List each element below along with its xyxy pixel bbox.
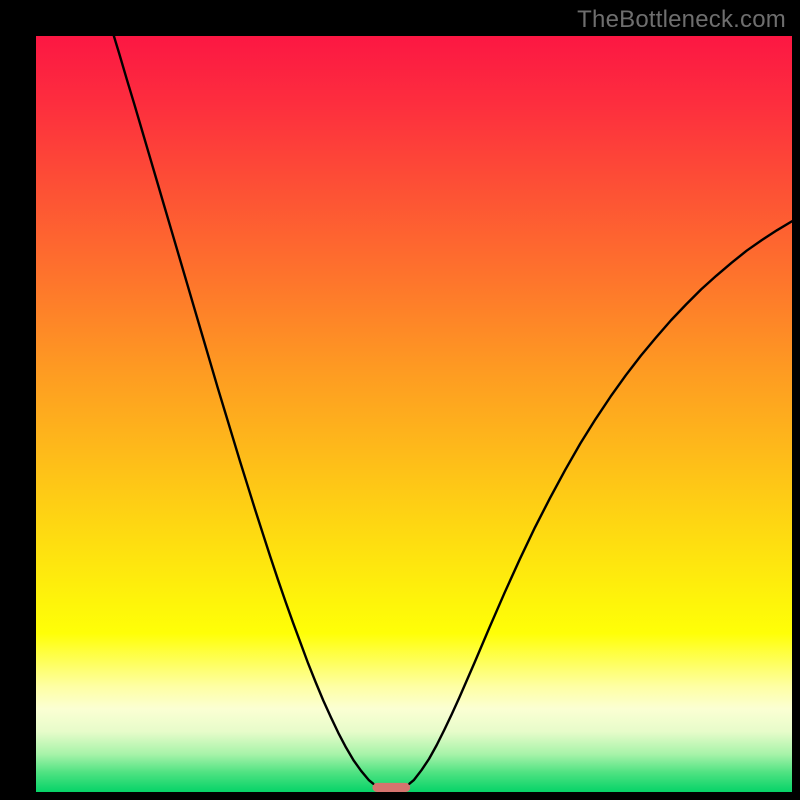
valley-marker: [372, 783, 410, 792]
chart-background: [36, 36, 792, 792]
chart-svg: [36, 36, 792, 792]
watermark-text: TheBottleneck.com: [577, 6, 786, 34]
chart-frame: TheBottleneck.com: [0, 0, 800, 800]
plot-area: [36, 36, 792, 792]
